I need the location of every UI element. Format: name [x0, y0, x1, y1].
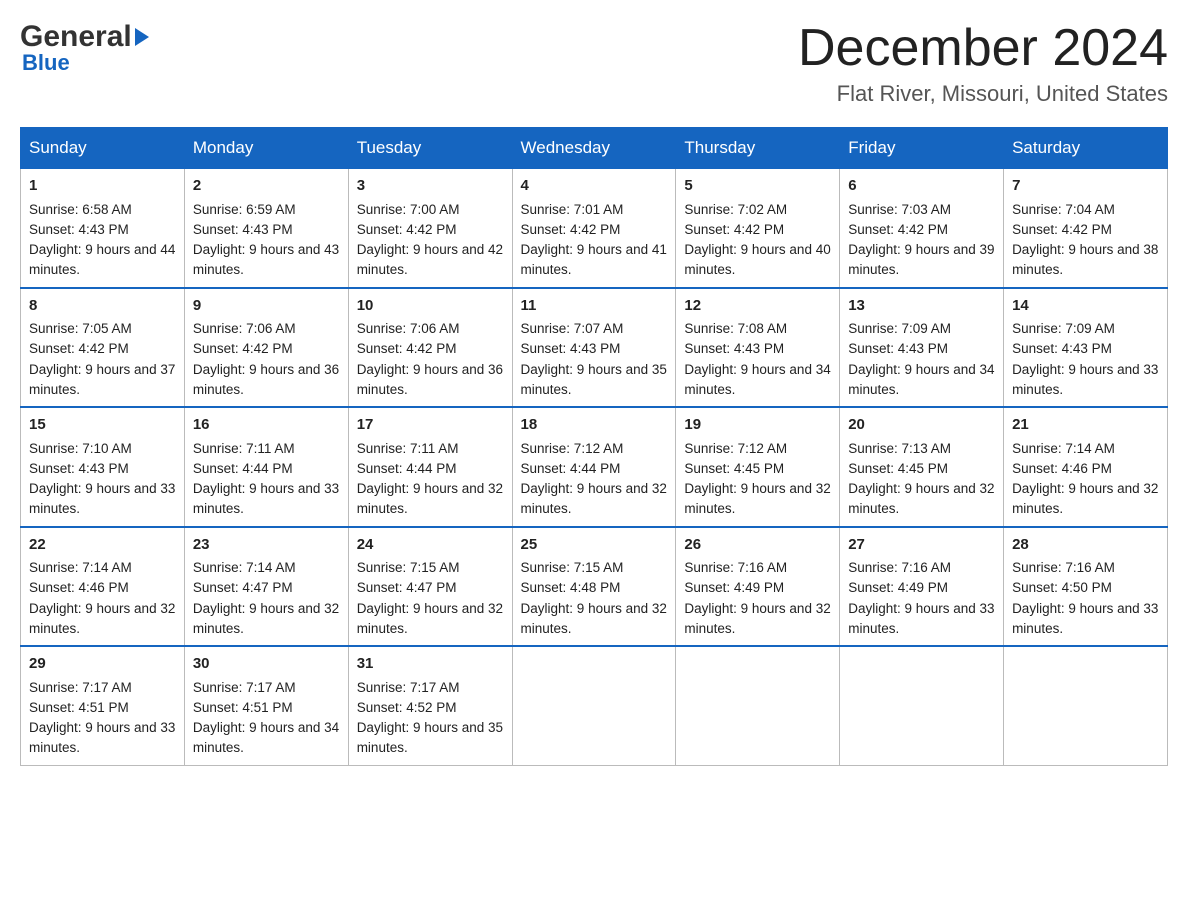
calendar-day-header: Wednesday	[512, 128, 676, 169]
day-number: 5	[684, 175, 831, 198]
day-number: 11	[521, 295, 668, 318]
calendar-day-cell	[840, 646, 1004, 765]
calendar-day-cell: 21Sunrise: 7:14 AMSunset: 4:46 PMDayligh…	[1004, 407, 1168, 527]
calendar-day-cell: 11Sunrise: 7:07 AMSunset: 4:43 PMDayligh…	[512, 288, 676, 408]
calendar-day-cell: 12Sunrise: 7:08 AMSunset: 4:43 PMDayligh…	[676, 288, 840, 408]
day-number: 25	[521, 534, 668, 557]
calendar-day-cell: 26Sunrise: 7:16 AMSunset: 4:49 PMDayligh…	[676, 527, 840, 647]
logo: General Blue	[20, 20, 149, 76]
logo-arrow-icon	[135, 28, 149, 46]
calendar-day-header: Saturday	[1004, 128, 1168, 169]
calendar-day-cell: 15Sunrise: 7:10 AMSunset: 4:43 PMDayligh…	[21, 407, 185, 527]
location-text: Flat River, Missouri, United States	[798, 81, 1168, 107]
day-number: 21	[1012, 414, 1159, 437]
day-number: 27	[848, 534, 995, 557]
calendar-day-header: Friday	[840, 128, 1004, 169]
day-number: 1	[29, 175, 176, 198]
calendar-day-cell: 4Sunrise: 7:01 AMSunset: 4:42 PMDaylight…	[512, 169, 676, 288]
day-number: 17	[357, 414, 504, 437]
calendar-day-header: Monday	[184, 128, 348, 169]
day-number: 6	[848, 175, 995, 198]
calendar-day-cell	[512, 646, 676, 765]
calendar-day-cell: 30Sunrise: 7:17 AMSunset: 4:51 PMDayligh…	[184, 646, 348, 765]
calendar-day-cell: 6Sunrise: 7:03 AMSunset: 4:42 PMDaylight…	[840, 169, 1004, 288]
day-number: 18	[521, 414, 668, 437]
calendar-week-row: 8Sunrise: 7:05 AMSunset: 4:42 PMDaylight…	[21, 288, 1168, 408]
calendar-day-cell: 14Sunrise: 7:09 AMSunset: 4:43 PMDayligh…	[1004, 288, 1168, 408]
title-section: December 2024 Flat River, Missouri, Unit…	[798, 20, 1168, 107]
calendar-day-cell: 3Sunrise: 7:00 AMSunset: 4:42 PMDaylight…	[348, 169, 512, 288]
calendar-day-cell: 28Sunrise: 7:16 AMSunset: 4:50 PMDayligh…	[1004, 527, 1168, 647]
calendar-week-row: 29Sunrise: 7:17 AMSunset: 4:51 PMDayligh…	[21, 646, 1168, 765]
calendar-day-cell: 1Sunrise: 6:58 AMSunset: 4:43 PMDaylight…	[21, 169, 185, 288]
calendar-week-row: 1Sunrise: 6:58 AMSunset: 4:43 PMDaylight…	[21, 169, 1168, 288]
calendar-day-cell: 9Sunrise: 7:06 AMSunset: 4:42 PMDaylight…	[184, 288, 348, 408]
day-number: 19	[684, 414, 831, 437]
calendar-day-cell: 16Sunrise: 7:11 AMSunset: 4:44 PMDayligh…	[184, 407, 348, 527]
day-number: 9	[193, 295, 340, 318]
calendar-day-cell: 23Sunrise: 7:14 AMSunset: 4:47 PMDayligh…	[184, 527, 348, 647]
logo-general-text: General	[20, 20, 132, 54]
calendar-day-cell: 8Sunrise: 7:05 AMSunset: 4:42 PMDaylight…	[21, 288, 185, 408]
day-number: 7	[1012, 175, 1159, 198]
calendar-day-cell: 31Sunrise: 7:17 AMSunset: 4:52 PMDayligh…	[348, 646, 512, 765]
day-number: 26	[684, 534, 831, 557]
calendar-day-cell: 2Sunrise: 6:59 AMSunset: 4:43 PMDaylight…	[184, 169, 348, 288]
day-number: 12	[684, 295, 831, 318]
calendar-day-cell: 17Sunrise: 7:11 AMSunset: 4:44 PMDayligh…	[348, 407, 512, 527]
calendar-header-row: SundayMondayTuesdayWednesdayThursdayFrid…	[21, 128, 1168, 169]
calendar-day-cell: 20Sunrise: 7:13 AMSunset: 4:45 PMDayligh…	[840, 407, 1004, 527]
calendar-day-header: Tuesday	[348, 128, 512, 169]
day-number: 31	[357, 653, 504, 676]
day-number: 20	[848, 414, 995, 437]
day-number: 14	[1012, 295, 1159, 318]
day-number: 13	[848, 295, 995, 318]
day-number: 15	[29, 414, 176, 437]
day-number: 29	[29, 653, 176, 676]
logo-blue-text: Blue	[20, 50, 70, 76]
calendar-day-cell: 29Sunrise: 7:17 AMSunset: 4:51 PMDayligh…	[21, 646, 185, 765]
day-number: 28	[1012, 534, 1159, 557]
day-number: 10	[357, 295, 504, 318]
calendar-week-row: 15Sunrise: 7:10 AMSunset: 4:43 PMDayligh…	[21, 407, 1168, 527]
day-number: 22	[29, 534, 176, 557]
calendar-day-cell: 22Sunrise: 7:14 AMSunset: 4:46 PMDayligh…	[21, 527, 185, 647]
calendar-table: SundayMondayTuesdayWednesdayThursdayFrid…	[20, 127, 1168, 766]
calendar-day-cell: 10Sunrise: 7:06 AMSunset: 4:42 PMDayligh…	[348, 288, 512, 408]
day-number: 16	[193, 414, 340, 437]
month-title: December 2024	[798, 20, 1168, 77]
calendar-day-cell: 24Sunrise: 7:15 AMSunset: 4:47 PMDayligh…	[348, 527, 512, 647]
calendar-week-row: 22Sunrise: 7:14 AMSunset: 4:46 PMDayligh…	[21, 527, 1168, 647]
day-number: 8	[29, 295, 176, 318]
calendar-day-cell: 19Sunrise: 7:12 AMSunset: 4:45 PMDayligh…	[676, 407, 840, 527]
day-number: 24	[357, 534, 504, 557]
calendar-day-cell	[676, 646, 840, 765]
day-number: 30	[193, 653, 340, 676]
calendar-day-cell	[1004, 646, 1168, 765]
calendar-day-header: Sunday	[21, 128, 185, 169]
day-number: 23	[193, 534, 340, 557]
calendar-day-cell: 27Sunrise: 7:16 AMSunset: 4:49 PMDayligh…	[840, 527, 1004, 647]
day-number: 3	[357, 175, 504, 198]
calendar-day-cell: 13Sunrise: 7:09 AMSunset: 4:43 PMDayligh…	[840, 288, 1004, 408]
calendar-day-cell: 25Sunrise: 7:15 AMSunset: 4:48 PMDayligh…	[512, 527, 676, 647]
page-header: General Blue December 2024 Flat River, M…	[20, 20, 1168, 107]
day-number: 2	[193, 175, 340, 198]
day-number: 4	[521, 175, 668, 198]
calendar-day-header: Thursday	[676, 128, 840, 169]
calendar-day-cell: 18Sunrise: 7:12 AMSunset: 4:44 PMDayligh…	[512, 407, 676, 527]
calendar-day-cell: 5Sunrise: 7:02 AMSunset: 4:42 PMDaylight…	[676, 169, 840, 288]
calendar-day-cell: 7Sunrise: 7:04 AMSunset: 4:42 PMDaylight…	[1004, 169, 1168, 288]
